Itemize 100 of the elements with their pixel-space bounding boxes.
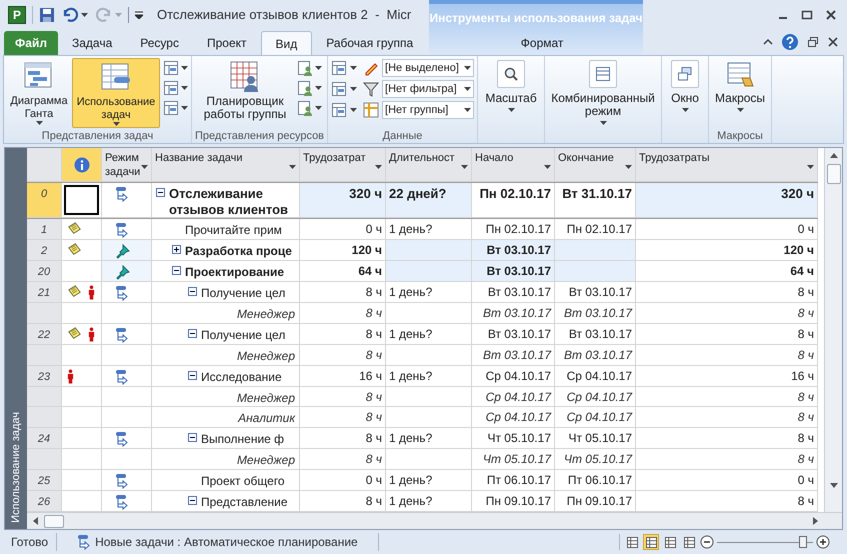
row-number[interactable]: 25	[27, 470, 62, 492]
view-shortcut-button[interactable]	[643, 534, 659, 550]
zoom-button[interactable]: Масштаб	[481, 60, 542, 112]
close-icon[interactable]	[827, 36, 839, 48]
scroll-thumb[interactable]	[44, 514, 64, 528]
table-cell: Вт 03.10.17	[555, 344, 636, 366]
table-cell: 64 ч	[300, 260, 386, 282]
zoom-in-icon[interactable]	[816, 535, 830, 549]
group-label: Представления задач	[40, 129, 154, 143]
ribbon-tab[interactable]: Проект	[192, 31, 260, 55]
row-number[interactable]: 2	[27, 240, 62, 261]
collapse-ribbon-icon[interactable]	[763, 38, 773, 46]
collapse-toggle[interactable]	[188, 496, 197, 506]
group-by-icon[interactable]	[363, 102, 380, 118]
row-number[interactable]: 22	[27, 324, 62, 345]
help-icon[interactable]	[781, 33, 799, 51]
zoom-out-icon[interactable]	[700, 535, 714, 549]
close-icon[interactable]	[825, 9, 837, 21]
scroll-thumb[interactable]	[826, 164, 840, 184]
group-dropdown[interactable]: [Нет группы]	[382, 101, 474, 119]
macros-button[interactable]: Макросы	[712, 60, 768, 128]
row-number[interactable]: 21	[27, 282, 62, 303]
expand-toggle[interactable]	[172, 244, 181, 254]
status-text: Готово	[3, 533, 58, 551]
scheduling-mode-status[interactable]: Новые задачи : Автоматическое планирование	[95, 533, 358, 551]
table-cell: Пн 02.10.17	[472, 183, 555, 218]
table-cell: 8 ч	[300, 344, 386, 366]
column-header[interactable]: Длительност	[386, 148, 472, 182]
restore-icon[interactable]	[801, 9, 813, 21]
ribbon-tab[interactable]: Вид	[260, 31, 312, 55]
scroll-up-icon[interactable]	[830, 153, 838, 158]
table-cell: 0 ч	[300, 219, 386, 240]
view-shortcut-button[interactable]	[662, 534, 678, 550]
person-icon	[88, 284, 95, 300]
row-number[interactable]: 20	[27, 260, 62, 282]
column-header[interactable]: Трудозатрат	[300, 148, 386, 182]
collapse-toggle[interactable]	[188, 370, 197, 380]
column-header[interactable]: Трудозатраты	[636, 148, 818, 182]
caret-icon	[181, 66, 188, 70]
info-icon	[74, 156, 90, 172]
row-number[interactable]: 26	[27, 491, 62, 512]
customize-icon[interactable]	[135, 11, 143, 19]
collapse-toggle[interactable]	[188, 286, 197, 296]
table-cell: 8 ч	[636, 324, 818, 345]
ribbon-tab[interactable]: Задача	[58, 31, 126, 55]
caret-icon	[181, 106, 188, 110]
zoom-slider[interactable]	[717, 535, 813, 549]
table-cell: Пн 09.10.17	[555, 491, 636, 512]
table-cell: 8 ч	[636, 449, 818, 470]
corner-cell[interactable]	[27, 148, 62, 182]
person-icon	[88, 326, 95, 342]
ribbon-tab[interactable]: Формат	[467, 31, 618, 55]
undo-icon[interactable]	[62, 7, 78, 23]
table-cell: 1 день?	[386, 219, 472, 240]
table-cell: 8 ч	[300, 282, 386, 303]
scroll-left-icon[interactable]	[33, 517, 38, 525]
scroll-right-icon[interactable]	[813, 517, 818, 525]
scroll-down-icon[interactable]	[830, 483, 838, 488]
column-header[interactable]: Название задачи	[152, 148, 300, 182]
filter-dropdown[interactable]: [Нет фильтра]	[382, 80, 474, 98]
highlight-dropdown[interactable]: [Не выделено]	[382, 59, 474, 77]
magnifier-icon	[503, 66, 520, 82]
row-number[interactable]: 1	[27, 219, 62, 240]
ribbon-tab[interactable]: Рабочая группа	[312, 31, 428, 55]
table-cell: Вт 03.10.17	[555, 282, 636, 303]
caret-icon	[464, 108, 472, 112]
collapse-toggle[interactable]	[188, 328, 197, 338]
view-shortcut-button[interactable]	[681, 534, 697, 550]
horizontal-scrollbar[interactable]	[27, 512, 842, 529]
save-icon[interactable]	[39, 7, 55, 23]
filter-icon[interactable]	[363, 81, 380, 97]
row-number[interactable]: 23	[27, 366, 62, 387]
table-cell: Чт 05.10.17	[472, 428, 555, 450]
window-button[interactable]: Окно	[665, 60, 706, 112]
collapse-toggle[interactable]	[188, 433, 197, 442]
column-header[interactable]: Начало	[472, 148, 555, 182]
table-cell: Вт 03.10.17	[555, 302, 636, 324]
restore-icon[interactable]	[807, 36, 819, 48]
column-header[interactable]: Окончание	[555, 148, 636, 182]
gantt-chart-button[interactable]: Диаграмма Ганта	[7, 58, 71, 128]
details-button[interactable]: Комбинированный режим	[548, 60, 658, 125]
table-cell: Вт 31.10.17	[555, 183, 636, 218]
row-number[interactable]: 24	[27, 428, 62, 450]
column-header[interactable]: Режим задачи	[102, 148, 152, 182]
table-cell: 320 ч	[636, 183, 818, 218]
collapse-toggle[interactable]	[156, 188, 165, 197]
caret-icon	[600, 121, 607, 125]
team-planner-button[interactable]: Планировщик работы группы	[195, 58, 295, 128]
note-icon	[67, 326, 82, 340]
ribbon-tab[interactable]: Файл	[4, 31, 58, 55]
ribbon-tab[interactable]: Ресурс	[126, 31, 193, 55]
collapse-toggle[interactable]	[172, 266, 181, 275]
table-cell: 8 ч	[636, 428, 818, 450]
vertical-scrollbar[interactable]	[824, 148, 842, 512]
table-cell: Пн 02.10.17	[472, 219, 555, 240]
task-usage-button[interactable]: Использование задач	[72, 58, 160, 128]
row-number[interactable]: 0	[27, 183, 62, 218]
table-cell: 1 день?	[386, 324, 472, 345]
view-shortcut-button[interactable]	[624, 534, 640, 550]
app-icon[interactable]: P	[8, 6, 26, 24]
